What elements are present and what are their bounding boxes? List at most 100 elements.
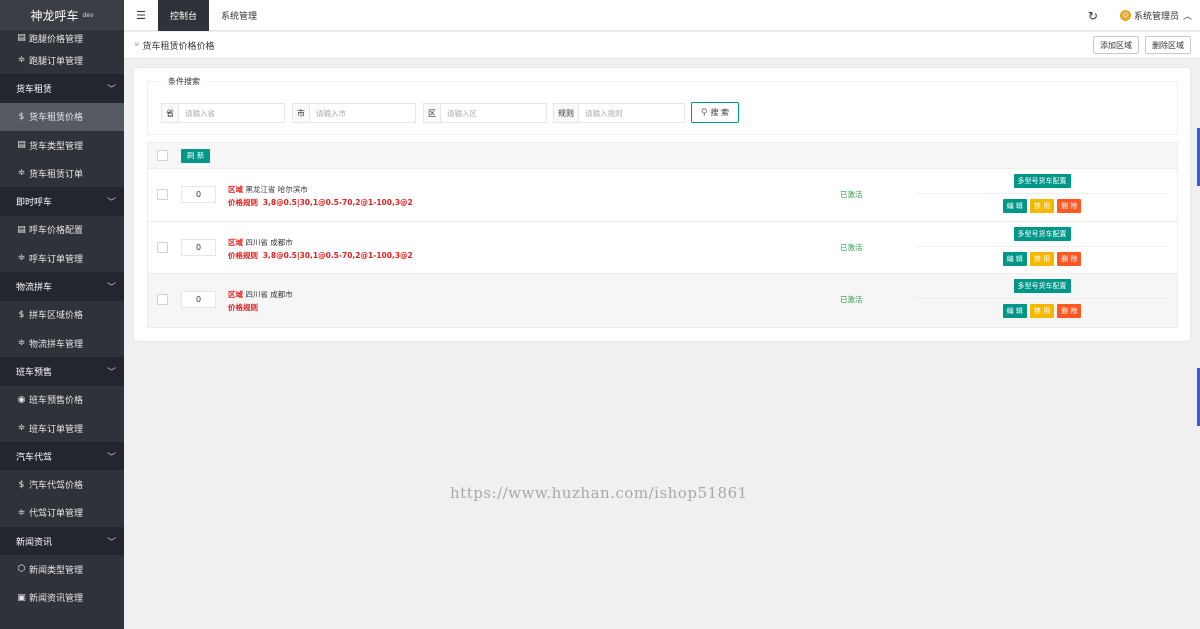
page-title: 货车租赁价格价格 <box>142 41 215 52</box>
row-actions: 多型号货车配置编 辑禁 用删 除 <box>915 226 1169 266</box>
rule-input[interactable]: 请输入规则 <box>579 108 623 119</box>
sidebar-item[interactable]: ▤ 呼车价格配置 <box>0 216 124 244</box>
sidebar-item-label: 拼车区域价格 <box>29 311 84 322</box>
delete-button[interactable]: 删 除 <box>1057 304 1082 318</box>
delete-button[interactable]: 删 除 <box>1057 199 1082 213</box>
sidebar-item[interactable]: ≑ 跑腿订单管理 <box>0 46 124 74</box>
sidebar-item-label: 跑腿订单管理 <box>29 56 84 67</box>
sidebar-item[interactable]: ≑ 呼车订单管理 <box>0 244 124 272</box>
avatar[interactable]: ☺ <box>1119 10 1131 21</box>
brand-logo[interactable]: 神龙呼车 dev <box>0 0 124 30</box>
edit-button[interactable]: 编 辑 <box>1002 199 1027 213</box>
refresh-button[interactable]: 刷 新 <box>181 148 211 163</box>
region-key: 区域 <box>228 185 243 194</box>
edit-button[interactable]: 编 辑 <box>1002 304 1027 318</box>
district-input[interactable]: 请输入区 <box>441 108 477 119</box>
region-value: 四川省 成都市 <box>245 290 293 299</box>
sort-input[interactable]: 0 <box>181 291 216 308</box>
edit-button[interactable]: 编 辑 <box>1002 251 1027 266</box>
region-key: 区域 <box>228 290 243 299</box>
rule-label: 规则 <box>554 104 579 122</box>
sidebar-item-label: 呼车价格配置 <box>29 226 84 237</box>
row-info: 区域 四川省 成都市 价格规则 3,8@0.5|30,1@0.5-70,2@1-1… <box>228 236 413 262</box>
sidebar: 神龙呼车 dev ▤ 跑腿价格管理 ≑ 跑腿订单管理 货车租赁 ﹀ $ 货车租赁价格 ▤ 货车类型管… <box>0 0 124 629</box>
rule-key: 价格规则 <box>228 250 258 260</box>
sliders-icon: ≑ <box>17 168 26 179</box>
delete-region-button[interactable]: 删除区域 <box>1145 36 1191 54</box>
province-input[interactable]: 请输入省 <box>179 108 215 119</box>
sidebar-group[interactable]: 即时呼车 ﹀ <box>0 187 124 216</box>
row-checkbox[interactable] <box>157 189 168 200</box>
status-badge: 已激活 <box>840 242 863 252</box>
sidebar-item-label: 汽车代驾价格 <box>29 481 84 492</box>
province-field[interactable]: 省 请输入省 <box>161 103 285 123</box>
price-list: 刷 新 0 区域 黑龙江省 哈尔滨市 价格规则 3,8@0.5|30,1@0.5-7… <box>147 142 1178 328</box>
target-icon: ◉ <box>17 394 26 405</box>
district-field[interactable]: 区 请输入区 <box>423 103 547 123</box>
sidebar-group[interactable]: 新闻资讯 ﹀ <box>0 527 124 556</box>
search-button[interactable]: ⚲ 搜 索 <box>691 102 739 123</box>
list-icon: ▤ <box>17 33 26 43</box>
sidebar-item[interactable]: ◉ 班车预售价格 <box>0 386 124 414</box>
refresh-icon[interactable]: ↻ <box>1088 9 1098 23</box>
search-form: 条件搜索 省 请输入省 市 请输入市 区 请输入区 规则 请输入规则 ⚲ 搜 索 <box>147 76 1178 135</box>
sidebar-group[interactable]: 物流拼车 ﹀ <box>0 272 124 301</box>
sidebar-item[interactable]: ▤ 货车类型管理 <box>0 131 124 159</box>
rule-value: 3,8@0.5|30,1@0.5-70,2@1-100,3@2 <box>262 198 413 207</box>
tab-console[interactable]: 控制台 <box>158 0 210 31</box>
chevron-down-icon: ﹀ <box>106 367 116 378</box>
config-button[interactable]: 多型号货车配置 <box>1013 279 1071 293</box>
sidebar-item[interactable]: ≑ 货车租赁订单 <box>0 159 124 187</box>
chevron-up-icon[interactable]: ︿ <box>1183 9 1192 22</box>
sidebar-item[interactable]: ≑ 班车订单管理 <box>0 414 124 442</box>
disable-button[interactable]: 禁 用 <box>1029 304 1055 318</box>
sidebar-item-label: 物流拼车管理 <box>29 339 84 350</box>
add-region-button[interactable]: 添加区域 <box>1093 36 1139 54</box>
sidebar-group[interactable]: 汽车代驾 ﹀ <box>0 442 124 471</box>
rule-field[interactable]: 规则 请输入规则 <box>553 103 685 123</box>
disable-button[interactable]: 禁 用 <box>1029 199 1055 213</box>
sidebar-item[interactable]: $ 汽车代驾价格 <box>0 470 124 498</box>
menu-toggle-icon[interactable]: ☰ <box>124 9 158 22</box>
config-button[interactable]: 多型号货车配置 <box>1013 226 1071 241</box>
list-icon: ▤ <box>17 140 26 151</box>
sidebar-item-label: 代驾订单管理 <box>29 509 84 520</box>
sidebar-group-label: 物流拼车 <box>16 283 53 294</box>
sidebar-item[interactable]: $ 货车租赁价格 <box>0 102 124 131</box>
delete-button[interactable]: 删 除 <box>1057 251 1082 266</box>
cube-icon: ⬡ <box>17 564 26 575</box>
row-checkbox[interactable] <box>157 294 168 305</box>
sliders-icon: ≑ <box>17 338 26 349</box>
sidebar-item[interactable]: ▣ 新闻资讯管理 <box>0 584 124 612</box>
disable-button[interactable]: 禁 用 <box>1029 251 1055 266</box>
breadcrumb-separator-icon: » <box>134 40 140 50</box>
sidebar-item[interactable]: ≑ 物流拼车管理 <box>0 329 124 357</box>
sidebar-item-label: 呼车订单管理 <box>29 254 84 265</box>
city-input[interactable]: 请输入市 <box>310 108 346 119</box>
config-button[interactable]: 多型号货车配置 <box>1013 174 1071 188</box>
table-row: 0 区域 四川省 成都市 价格规则 3,8@0.5|30,1@0.5-70,2@1-… <box>148 222 1177 274</box>
sidebar-item[interactable]: ≑ 代驾订单管理 <box>0 499 124 527</box>
sidebar-item[interactable]: ▤ 跑腿价格管理 <box>0 30 124 46</box>
chevron-down-icon: ﹀ <box>106 452 116 463</box>
region-key: 区域 <box>228 237 243 247</box>
dollar-icon: $ <box>18 111 25 122</box>
sort-input[interactable]: 0 <box>181 186 216 203</box>
sidebar-group[interactable]: 货车租赁 ﹀ <box>0 74 124 103</box>
top-navbar: ☰ 控制台 系统管理 ↻ ☺ 系统管理员 ︿ <box>124 0 1200 31</box>
sidebar-group[interactable]: 班车预售 ﹀ <box>0 357 124 386</box>
rule-value: 3,8@0.5|30,1@0.5-70,2@1-100,3@2 <box>262 250 413 260</box>
sort-input[interactable]: 0 <box>181 238 216 256</box>
sidebar-group-label: 新闻资讯 <box>16 537 53 548</box>
breadcrumb: » 货车租赁价格价格 添加区域 删除区域 <box>124 32 1200 59</box>
sidebar-item[interactable]: ⬡ 新闻类型管理 <box>0 555 124 583</box>
province-label: 省 <box>162 104 179 122</box>
admin-name[interactable]: 系统管理员 <box>1134 9 1179 22</box>
chevron-down-icon: ﹀ <box>106 537 116 548</box>
row-checkbox[interactable] <box>157 241 168 253</box>
tab-system[interactable]: 系统管理 <box>209 0 269 31</box>
main-panel: 条件搜索 省 请输入省 市 请输入市 区 请输入区 规则 请输入规则 ⚲ 搜 索… <box>134 68 1190 341</box>
select-all-checkbox[interactable] <box>157 150 168 161</box>
sidebar-item[interactable]: $ 拼车区域价格 <box>0 301 124 329</box>
city-field[interactable]: 市 请输入市 <box>292 103 416 123</box>
